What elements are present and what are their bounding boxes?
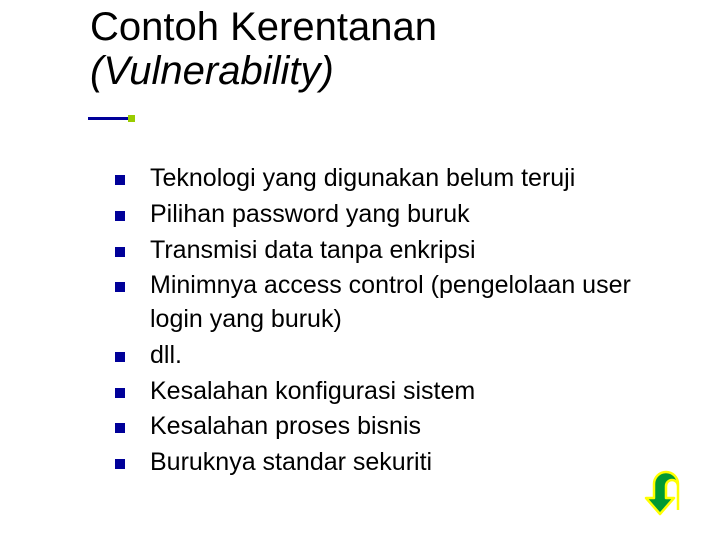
list-item-text: Kesalahan konfigurasi sistem (150, 375, 475, 409)
list-item-text: Teknologi yang digunakan belum teruji (150, 162, 575, 196)
list-item: Transmisi data tanpa enkripsi (115, 234, 675, 268)
list-item: Minimnya access control (pengelolaan use… (115, 269, 675, 337)
list-item-text: Pilihan password yang buruk (150, 198, 470, 232)
title-line-1: Contoh Kerentanan (90, 5, 690, 49)
bullet-square-icon (115, 247, 125, 257)
list-item: dll. (115, 339, 675, 373)
bullet-square-icon (115, 175, 125, 185)
list-item: Kesalahan konfigurasi sistem (115, 375, 675, 409)
list-item-text: Kesalahan proses bisnis (150, 410, 421, 444)
bullet-square-icon (115, 459, 125, 469)
bullet-square-icon (115, 282, 125, 292)
back-button[interactable] (640, 470, 698, 518)
bullet-square-icon (115, 423, 125, 433)
list-item: Teknologi yang digunakan belum teruji (115, 162, 675, 196)
bullet-square-icon (115, 388, 125, 398)
list-item-text: dll. (150, 339, 182, 373)
list-item-text: Transmisi data tanpa enkripsi (150, 234, 476, 268)
list-item: Kesalahan proses bisnis (115, 410, 675, 444)
title-line-2: (Vulnerability) (90, 49, 690, 93)
bullet-list: Teknologi yang digunakan belum teruji Pi… (115, 162, 675, 482)
slide-title: Contoh Kerentanan (Vulnerability) (90, 5, 690, 93)
u-turn-back-icon (640, 470, 698, 518)
list-item-text: Minimnya access control (pengelolaan use… (150, 269, 675, 337)
list-item: Pilihan password yang buruk (115, 198, 675, 232)
slide: Contoh Kerentanan (Vulnerability) Teknol… (0, 0, 720, 540)
list-item-text: Buruknya standar sekuriti (150, 446, 432, 480)
bullet-square-icon (115, 352, 125, 362)
title-accent (88, 117, 128, 120)
bullet-square-icon (115, 211, 125, 221)
list-item: Buruknya standar sekuriti (115, 446, 675, 480)
